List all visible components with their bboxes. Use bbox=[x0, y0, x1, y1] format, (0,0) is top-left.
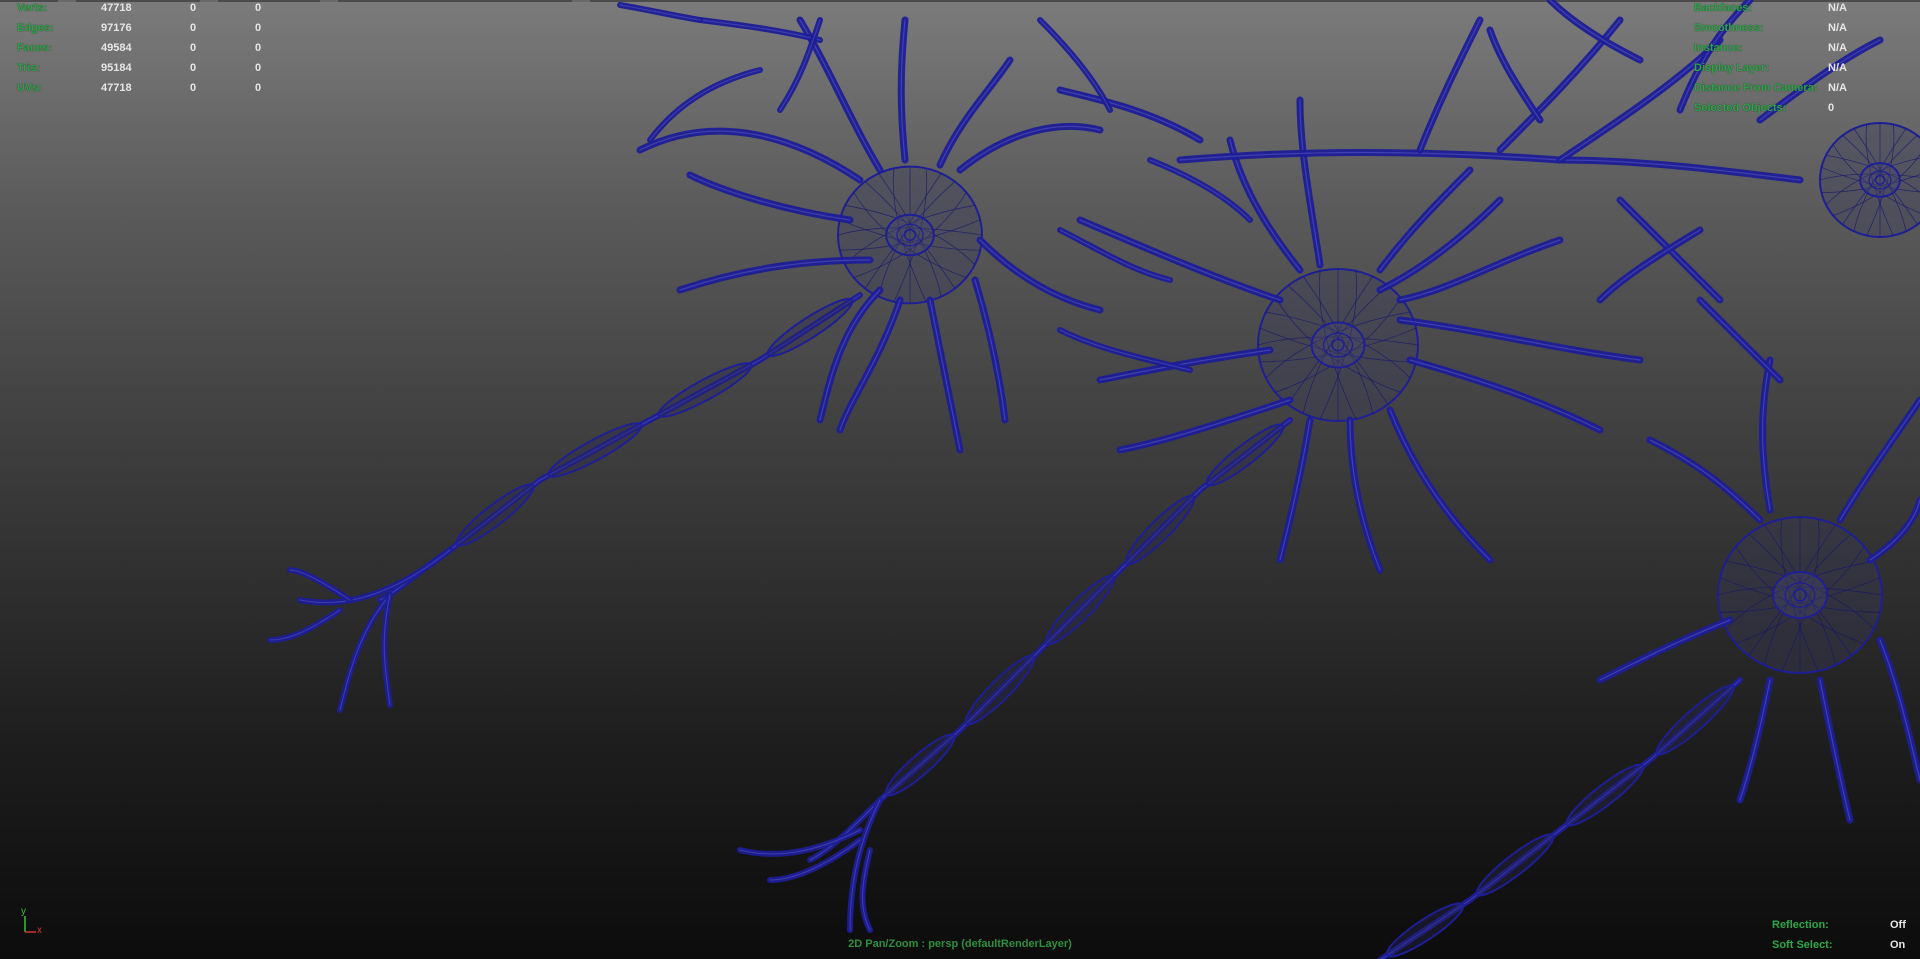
neuron-dendrite bbox=[1876, 636, 1920, 784]
hud-row-selected-objects: Selected Objects: 0 bbox=[1694, 98, 1914, 118]
neuron-dendrite bbox=[1296, 96, 1324, 269]
neuron-dendrite bbox=[1147, 157, 1253, 223]
hud-label: Tris: bbox=[17, 62, 41, 74]
hud-value: 0 bbox=[190, 2, 197, 14]
axon-terminal bbox=[297, 547, 453, 606]
axon-terminal bbox=[287, 567, 353, 603]
myelin-sheath bbox=[1044, 574, 1116, 646]
neuron-dendrite bbox=[1276, 416, 1314, 564]
neuron-dendrite bbox=[1416, 16, 1484, 154]
hud-value: N/A bbox=[1828, 2, 1847, 14]
neuron-dendrite bbox=[1056, 86, 1204, 144]
hud-value: 0 bbox=[255, 22, 262, 34]
neuron-dendrite bbox=[976, 236, 1104, 314]
hud-value: 47718 bbox=[101, 2, 132, 14]
neuron-nucleus bbox=[1310, 321, 1366, 369]
hud-row-tris: Tris: 95184 0 0 bbox=[17, 58, 277, 78]
hud-label: Smoothness: bbox=[1694, 22, 1764, 34]
view-axis-indicator: y x bbox=[21, 906, 42, 935]
neuron-dendrite bbox=[1386, 406, 1494, 564]
myelin-sheath bbox=[455, 483, 535, 547]
neuron-dendrite bbox=[676, 256, 874, 294]
hud-label: Reflection: bbox=[1772, 919, 1829, 931]
myelin-sheath bbox=[657, 362, 753, 418]
neuron-dendrite bbox=[1866, 496, 1920, 564]
hud-value: 0 bbox=[190, 82, 197, 94]
hud-row-smoothness: Smoothness: N/A bbox=[1694, 18, 1914, 38]
hud-value: N/A bbox=[1828, 62, 1847, 74]
neuron-wireframe-scene[interactable] bbox=[0, 0, 1920, 959]
hud-value: N/A bbox=[1828, 22, 1847, 34]
myelin-sheath bbox=[1655, 684, 1735, 756]
neuron-dendrite bbox=[1226, 136, 1304, 274]
camera-name-label: 2D Pan/Zoom : persp (defaultRenderLayer) bbox=[848, 938, 1072, 950]
3d-viewport[interactable]: Verts: 47718 0 0 Edges: 97176 0 0 Faces:… bbox=[0, 0, 1920, 959]
hud-value: 97176 bbox=[101, 22, 132, 34]
hud-value: 47718 bbox=[101, 82, 132, 94]
myelin-sheath bbox=[1475, 833, 1555, 897]
myelin-sheath bbox=[1565, 763, 1645, 827]
hud-row-backfaces: Backfaces: N/A bbox=[1694, 0, 1914, 18]
hud-label: Instance: bbox=[1694, 42, 1743, 54]
hud-value: 49584 bbox=[101, 42, 132, 54]
axon-terminal bbox=[267, 607, 343, 643]
hud-row-instance: Instance: N/A bbox=[1694, 38, 1914, 58]
hud-label: UVs: bbox=[17, 82, 43, 94]
hud-label: Backfaces: bbox=[1694, 2, 1753, 14]
hud-value: 0 bbox=[255, 42, 262, 54]
hud-value: 0 bbox=[190, 22, 197, 34]
hud-value: Off bbox=[1890, 919, 1906, 931]
neuron-dendrite bbox=[686, 171, 854, 224]
neuron-dendrite bbox=[1736, 676, 1774, 804]
hud-row-display-layer: Display Layer: N/A bbox=[1694, 58, 1914, 78]
hud-row-verts: Verts: 47718 0 0 bbox=[17, 0, 277, 18]
hud-label: Edges: bbox=[17, 22, 54, 34]
neuron-dendrite bbox=[1376, 166, 1474, 274]
myelin-sheath bbox=[884, 733, 956, 797]
hud-value: 0 bbox=[190, 62, 197, 74]
hud-label: Display Layer: bbox=[1694, 62, 1770, 74]
neuron-dendrite bbox=[1406, 356, 1604, 434]
myelin-sheath bbox=[1124, 494, 1196, 566]
hud-label: Verts: bbox=[17, 2, 48, 14]
neuron-dendrite bbox=[1486, 26, 1544, 124]
myelin-sheath bbox=[547, 422, 643, 478]
hud-row-reflection: Reflection: Off bbox=[1772, 915, 1912, 935]
axon-terminal bbox=[859, 847, 873, 933]
poly-count-hud: Verts: 47718 0 0 Edges: 97176 0 0 Faces:… bbox=[17, 0, 277, 98]
neuron-dendrite bbox=[1057, 327, 1193, 373]
neuron-nucleus bbox=[1771, 570, 1829, 620]
hud-value: 0 bbox=[190, 42, 197, 54]
neuron-dendrite bbox=[1596, 616, 1734, 684]
neuron-dendrite bbox=[1646, 436, 1764, 524]
myelin-sheath bbox=[1205, 423, 1285, 487]
neuron-dendrite bbox=[636, 127, 864, 184]
neuron-nucleus bbox=[1859, 162, 1901, 198]
hud-row-distance-from-camera: Distance From Camera: N/A bbox=[1694, 78, 1914, 98]
display-info-hud: Backfaces: N/A Smoothness: N/A Instance:… bbox=[1694, 0, 1914, 118]
neuron-dendrite bbox=[1346, 416, 1384, 574]
hud-value: 0 bbox=[1828, 102, 1835, 114]
hud-value: 95184 bbox=[101, 62, 132, 74]
hud-value: 0 bbox=[255, 2, 262, 14]
hud-row-edges: Edges: 97176 0 0 bbox=[17, 18, 277, 38]
neuron-dendrite bbox=[936, 56, 1014, 169]
hud-label: Distance From Camera: bbox=[1694, 82, 1818, 94]
hud-label: Faces: bbox=[17, 42, 52, 54]
hud-value: 0 bbox=[255, 82, 262, 94]
myelin-sheath bbox=[964, 654, 1036, 726]
neuron-nucleus bbox=[885, 213, 935, 257]
hud-label: Selected Objects: bbox=[1694, 102, 1787, 114]
neuron-dendrite bbox=[1556, 156, 1804, 184]
axis-x-label: x bbox=[37, 925, 42, 935]
neuron-dendrite bbox=[1076, 216, 1284, 304]
hud-row-faces: Faces: 49584 0 0 bbox=[17, 38, 277, 58]
hud-value: 0 bbox=[255, 62, 262, 74]
neuron-dendrite bbox=[971, 276, 1009, 424]
hud-row-uvs: UVs: 47718 0 0 bbox=[17, 78, 277, 98]
hud-value: N/A bbox=[1828, 82, 1847, 94]
axis-y-label: y bbox=[21, 906, 26, 917]
hud-value: N/A bbox=[1828, 42, 1847, 54]
